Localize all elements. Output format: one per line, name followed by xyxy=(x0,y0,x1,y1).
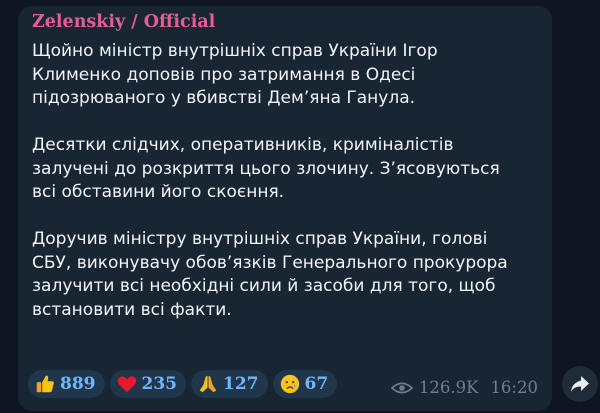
message-paragraph: Доручив міністру внутрішніх справ Україн… xyxy=(32,228,547,322)
eye-icon xyxy=(390,382,413,393)
message-meta: 126.9K 16:20 xyxy=(390,378,538,397)
reactions-bar: 889 235 127 67 xyxy=(28,370,338,398)
channel-name[interactable]: Zelenskiy / Official xyxy=(32,12,215,32)
message-line: залучені до розкриття цього злочину. З’я… xyxy=(32,158,500,179)
share-button[interactable] xyxy=(562,366,598,402)
reaction-thumbs-up[interactable]: 889 xyxy=(28,370,105,398)
message-line: Доручив міністру внутрішніх справ Україн… xyxy=(32,229,488,249)
message-time: 16:20 xyxy=(490,378,538,397)
message-bubble: Zelenskiy / Official Щойно міністр внутр… xyxy=(18,6,552,411)
reaction-count: 235 xyxy=(141,374,178,394)
reaction-heart[interactable]: 235 xyxy=(109,370,186,398)
folded-hands-icon xyxy=(199,375,217,393)
message-paragraph: Десятки слідчих, оперативників, кримінал… xyxy=(32,134,547,205)
message-paragraph: Щойно міністр внутрішніх справ України І… xyxy=(32,40,547,111)
message-line: Десятки слідчих, оперативників, кримінал… xyxy=(32,135,454,155)
message-line: залучити всі необхідні сили й засоби для… xyxy=(32,276,496,296)
thumbs-up-icon xyxy=(36,375,54,393)
reaction-count: 889 xyxy=(60,374,96,394)
message-line: підозрюваного у вбивстві Дем’яна Ганула. xyxy=(32,88,416,108)
reaction-count: 127 xyxy=(223,374,259,394)
message-text: Щойно міністр внутрішніх справ України І… xyxy=(32,40,547,322)
reaction-count: 67 xyxy=(304,374,329,394)
reaction-pray[interactable]: 127 xyxy=(191,370,268,398)
red-heart-icon xyxy=(117,376,136,393)
share-arrow-icon xyxy=(571,376,589,392)
view-count: 126.9K xyxy=(418,378,479,397)
message-line: Щойно міністр внутрішніх справ України І… xyxy=(32,41,438,61)
crying-face-icon xyxy=(280,374,299,394)
message-line: СБУ, виконувачу обов’язків Генерального … xyxy=(32,252,508,273)
message-line: Клименко доповів про затримання в Одесі xyxy=(32,64,416,85)
message-line: встановити всі факти. xyxy=(32,299,232,320)
reaction-cry[interactable]: 67 xyxy=(272,370,338,398)
message-line: всі обставини його скоєння. xyxy=(32,182,285,202)
